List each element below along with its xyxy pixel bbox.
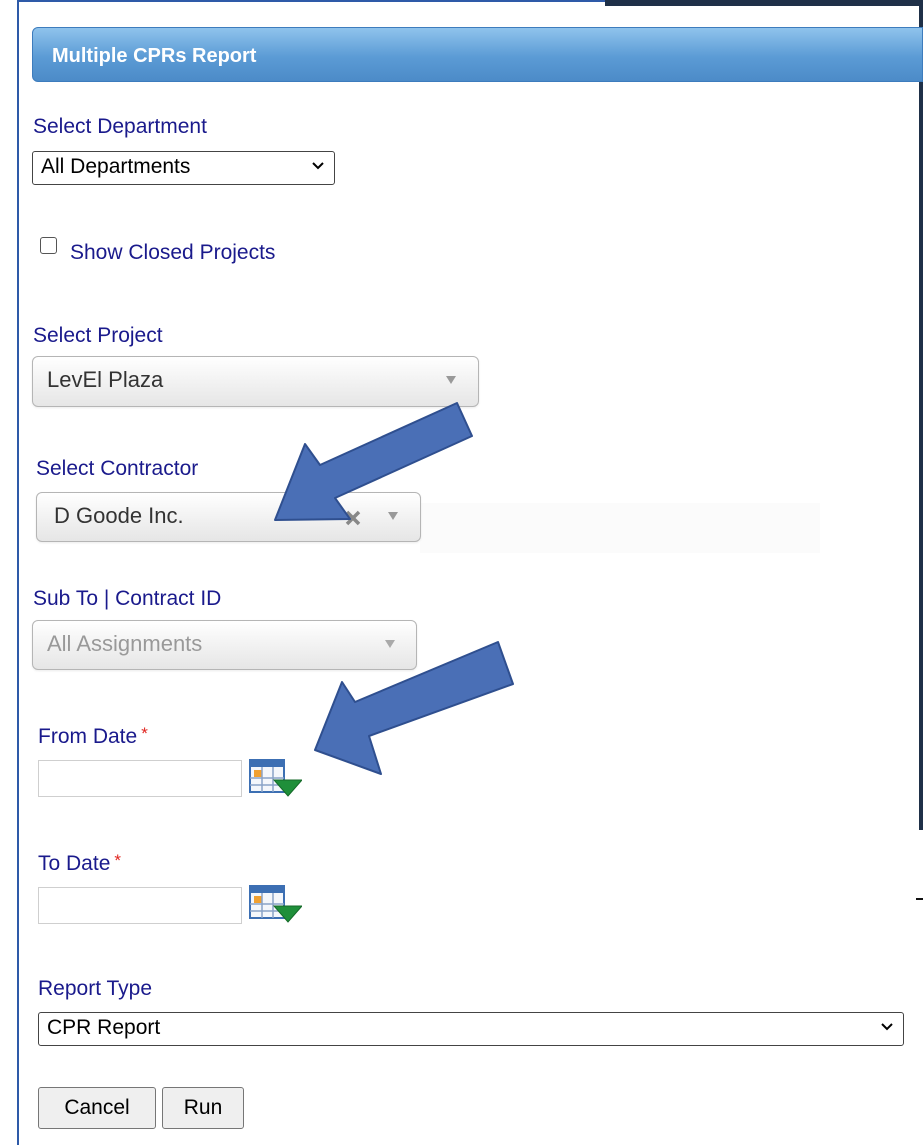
divider xyxy=(916,898,923,900)
cancel-button[interactable]: Cancel xyxy=(38,1087,156,1129)
annotation-arrow xyxy=(274,402,473,521)
report-type-select-value: CPR Report xyxy=(47,1016,161,1039)
background-window-edge-right xyxy=(919,0,923,830)
assignment-select-value: All Assignments xyxy=(47,631,203,656)
to-date-label: To Date * xyxy=(38,851,121,876)
project-label: Select Project xyxy=(33,324,163,347)
calendar-icon[interactable] xyxy=(248,758,302,800)
annotation-arrow xyxy=(314,641,514,775)
background-window-edge xyxy=(605,0,923,6)
to-date-label-text: To Date xyxy=(38,852,111,875)
chevron-down-icon xyxy=(881,1023,893,1031)
report-type-label: Report Type xyxy=(38,977,153,1000)
window-frame-left xyxy=(17,0,19,1145)
report-type-select[interactable]: CPR Report xyxy=(38,1012,904,1046)
required-marker: * xyxy=(141,724,148,743)
to-date-input[interactable] xyxy=(38,887,242,924)
chevron-down-icon xyxy=(446,376,456,384)
contractor-select-value: D Goode Inc. xyxy=(54,503,184,528)
contractor-label: Select Contractor xyxy=(36,457,199,480)
panel-header: Multiple CPRs Report xyxy=(32,27,923,82)
from-date-label: From Date * xyxy=(38,724,148,749)
show-closed-projects-label[interactable]: Show Closed Projects xyxy=(70,241,275,265)
department-select[interactable]: All Departments xyxy=(32,151,335,185)
from-date-label-text: From Date xyxy=(38,725,138,748)
project-select-value: LevEl Plaza xyxy=(47,367,164,392)
show-closed-projects-checkbox[interactable] xyxy=(40,237,57,254)
assignment-label: Sub To | Contract ID xyxy=(33,587,222,610)
calendar-icon[interactable] xyxy=(248,884,302,926)
required-marker: * xyxy=(114,851,121,870)
chevron-down-icon xyxy=(312,162,324,170)
from-date-input[interactable] xyxy=(38,760,242,797)
department-label: Select Department xyxy=(33,115,207,138)
run-button[interactable]: Run xyxy=(162,1087,244,1129)
department-select-value: All Departments xyxy=(41,155,191,178)
panel-title: Multiple CPRs Report xyxy=(52,45,257,67)
